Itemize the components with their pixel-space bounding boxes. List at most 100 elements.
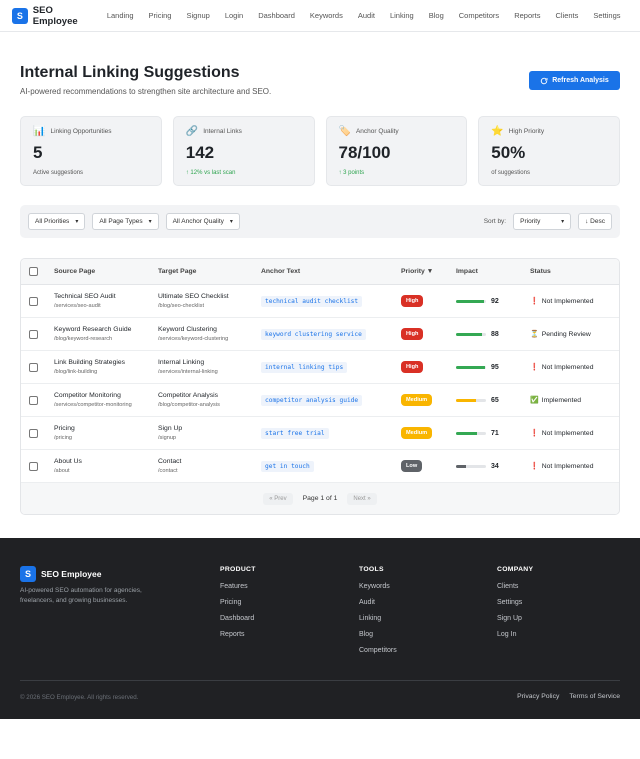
impact-value: 95 [491, 363, 499, 371]
filter-bar: All Priorities ▾ All Page Types ▾ All Anch… [20, 205, 620, 238]
row-checkbox[interactable] [29, 461, 38, 471]
suggestions-table: Source Page Target Page Anchor Text Prio… [20, 258, 620, 515]
stats-row: 📊 Linking Opportunities 5 Active suggesti… [20, 116, 620, 186]
status-icon: ❗ [530, 463, 539, 470]
page-type-filter-select[interactable]: All Page Types ▾ [92, 213, 159, 230]
col-header-priority[interactable]: Priority ▼ [401, 268, 456, 275]
source-page-title[interactable]: Competitor Monitoring [54, 392, 158, 399]
nav-link-reports[interactable]: Reports [507, 11, 548, 20]
stat-label: Anchor Quality [355, 128, 399, 135]
priority-filter-select[interactable]: All Priorities ▾ [28, 213, 86, 230]
anchor-quality-filter-select[interactable]: All Anchor Quality ▾ [165, 213, 240, 230]
table-row[interactable]: Competitor Monitoring/services/competito… [21, 384, 619, 417]
target-page-title[interactable]: Competitor Analysis [158, 392, 261, 399]
nav-link-clients[interactable]: Clients [548, 11, 586, 20]
sort-select[interactable]: Priority ▾ [513, 213, 572, 230]
priority-badge: Medium [401, 394, 433, 406]
anchor-text-chip: start free trial [261, 427, 329, 439]
footer-link-keywords[interactable]: Keywords [359, 583, 397, 590]
anchor-text-chip: get in touch [261, 460, 314, 472]
sort-order-button[interactable]: ↓ Desc [578, 213, 612, 230]
col-header-anchor[interactable]: Anchor Text [261, 268, 401, 275]
row-checkbox[interactable] [29, 362, 38, 372]
select-all-checkbox[interactable] [29, 267, 38, 276]
nav-link-pricing[interactable]: Pricing [141, 11, 179, 20]
status-label: Not Implemented [541, 429, 594, 437]
target-page-path: /contact [158, 468, 178, 474]
footer-link-features[interactable]: Features [220, 583, 256, 590]
footer-link-blog[interactable]: Blog [359, 631, 397, 638]
source-page-title[interactable]: Keyword Research Guide [54, 326, 158, 333]
refresh-analysis-button[interactable]: Refresh Analysis [529, 71, 620, 90]
impact-value: 88 [491, 330, 499, 338]
nav-link-login[interactable]: Login [217, 11, 250, 20]
footer-col-title: COMPANY [497, 566, 534, 573]
nav-link-settings[interactable]: Settings [586, 11, 628, 20]
footer-link-reports[interactable]: Reports [220, 631, 256, 638]
footer-link-clients[interactable]: Clients [497, 583, 533, 590]
privacy-policy-link[interactable]: Privacy Policy [517, 693, 559, 700]
table-row[interactable]: Technical SEO Audit/services/seo-audit Ul… [21, 285, 619, 318]
status-icon: ⏳ [530, 331, 539, 338]
row-checkbox[interactable] [29, 329, 38, 339]
source-page-title[interactable]: Pricing [54, 425, 158, 432]
nav-link-linking[interactable]: Linking [382, 11, 421, 20]
footer-link-audit[interactable]: Audit [359, 599, 397, 606]
nav-link-landing[interactable]: Landing [99, 11, 141, 20]
target-page-title[interactable]: Internal Linking [158, 359, 261, 366]
copyright: © 2026 SEO Employee. All rights reserved… [20, 694, 139, 701]
nav-link-dashboard[interactable]: Dashboard [251, 11, 303, 20]
table-row[interactable]: Keyword Research Guide/blog/keyword-rese… [21, 318, 619, 351]
footer-link-signup[interactable]: Sign Up [497, 615, 533, 622]
target-page-title[interactable]: Ultimate SEO Checklist [158, 293, 261, 300]
row-checkbox[interactable] [29, 395, 38, 405]
footer-link-pricing[interactable]: Pricing [220, 599, 256, 606]
source-page-path: /blog/keyword-research [54, 336, 113, 342]
nav-link-audit[interactable]: Audit [350, 11, 382, 20]
anchor-text-chip: competitor analysis guide [261, 394, 363, 406]
source-page-path: /services/seo-audit [54, 303, 101, 309]
nav-link-competitors[interactable]: Competitors [451, 11, 506, 20]
source-page-path: /pricing [54, 435, 73, 441]
row-checkbox[interactable] [29, 428, 38, 438]
sort-label: Sort by: [483, 218, 507, 225]
prev-page-button[interactable]: « Prev [263, 492, 293, 505]
footer-link-linking[interactable]: Linking [359, 615, 397, 622]
nav-link-blog[interactable]: Blog [421, 11, 451, 20]
logo-icon: S [12, 7, 28, 24]
priority-badge: Medium [401, 427, 433, 439]
target-page-path: /signup [158, 435, 177, 441]
target-page-title[interactable]: Keyword Clustering [158, 326, 261, 333]
footer-brand[interactable]: S SEO Employee [20, 566, 101, 582]
status-label: Not Implemented [541, 462, 594, 470]
source-page-title[interactable]: Technical SEO Audit [54, 293, 158, 300]
stat-card-linking-opportunities: 📊 Linking Opportunities 5 Active suggesti… [20, 116, 162, 186]
nav-link-keywords[interactable]: Keywords [302, 11, 350, 20]
target-page-title[interactable]: Sign Up [158, 425, 261, 432]
table-row[interactable]: Link Building Strategies/blog/link-build… [21, 351, 619, 384]
footer-col-product: PRODUCT Features Pricing Dashboard Repor… [220, 566, 256, 647]
brand[interactable]: S SEO Employee [12, 5, 99, 27]
col-header-status[interactable]: Status [530, 268, 619, 275]
anchor-text-chip: technical audit checklist [261, 295, 363, 307]
footer-link-settings[interactable]: Settings [497, 599, 533, 606]
source-page-title[interactable]: About Us [54, 458, 158, 465]
source-page-title[interactable]: Link Building Strategies [54, 359, 158, 366]
terms-of-service-link[interactable]: Terms of Service [569, 693, 620, 700]
next-page-button[interactable]: Next » [347, 492, 377, 505]
row-checkbox[interactable] [29, 296, 38, 306]
col-header-target[interactable]: Target Page [158, 268, 261, 275]
source-page-path: /about [54, 468, 70, 474]
impact-value: 65 [491, 396, 499, 404]
table-row[interactable]: About Us/about Contact/contact get in touc… [21, 450, 619, 483]
table-row[interactable]: Pricing/pricing Sign Up/signup start free … [21, 417, 619, 450]
col-header-impact[interactable]: Impact [456, 268, 530, 275]
footer-link-competitors[interactable]: Competitors [359, 647, 397, 654]
footer-link-login[interactable]: Log In [497, 631, 533, 638]
top-nav: S SEO Employee Landing Pricing Signup Lo… [0, 0, 640, 32]
col-header-source[interactable]: Source Page [45, 268, 158, 275]
footer-link-dashboard[interactable]: Dashboard [220, 615, 256, 622]
nav-link-signup[interactable]: Signup [179, 11, 217, 20]
chevron-down-icon: ▾ [229, 219, 233, 225]
target-page-title[interactable]: Contact [158, 458, 261, 465]
